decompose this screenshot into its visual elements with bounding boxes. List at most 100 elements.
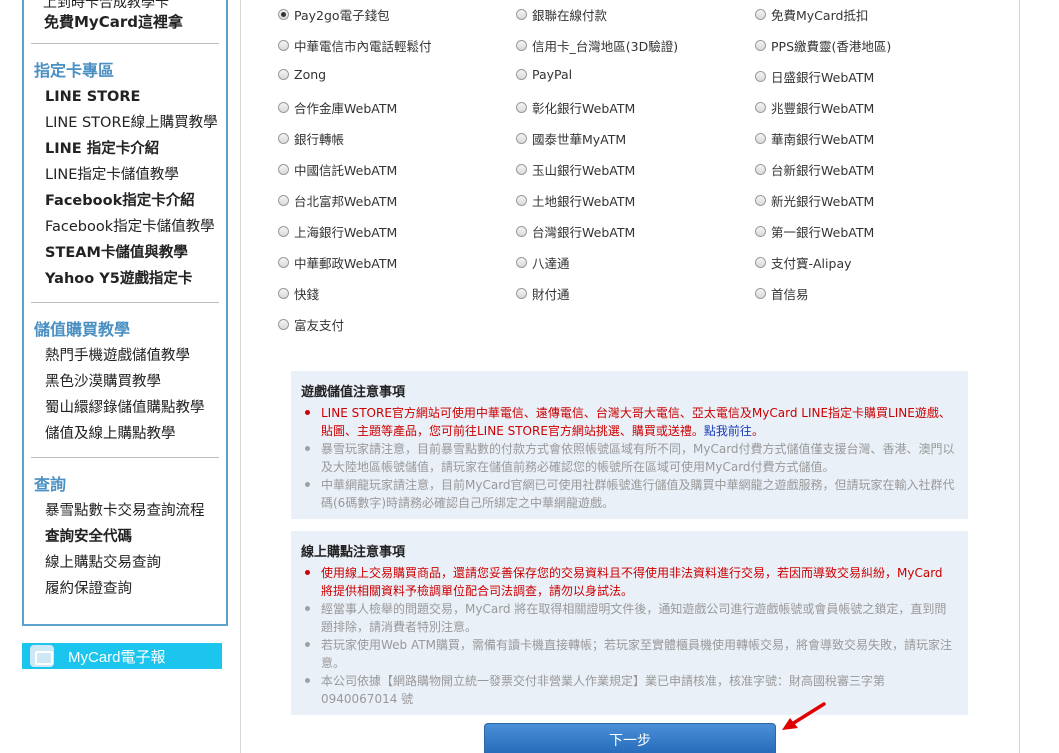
payment-option[interactable]: 快錢	[278, 284, 319, 303]
payment-radio[interactable]	[516, 164, 527, 175]
sidebar-section-heading: 查詢	[34, 475, 67, 494]
payment-radio[interactable]	[278, 288, 289, 299]
payment-radio[interactable]	[755, 40, 766, 51]
payment-option-label: 上海銀行WebATM	[294, 225, 398, 240]
payment-option[interactable]: 華南銀行WebATM	[755, 129, 874, 148]
notice-item: 若玩家使用Web ATM購買，需備有讀卡機直接轉帳；若玩家至實體櫃員機使用轉帳交…	[301, 636, 956, 672]
payment-radio[interactable]	[516, 195, 527, 206]
payment-radio[interactable]	[278, 9, 289, 20]
payment-radio[interactable]	[755, 288, 766, 299]
payment-option[interactable]: Pay2go電子錢包	[278, 5, 390, 24]
payment-option[interactable]: 免費MyCard抵扣	[755, 5, 868, 24]
payment-radio[interactable]	[755, 226, 766, 237]
line-store-link[interactable]: 點我前往	[704, 424, 752, 438]
notice-text: 經當事人檢舉的問題交易，MyCard 將在取得相關證明文件後，通知遊戲公司進行遊…	[321, 602, 947, 634]
sidebar-link[interactable]: LINE 指定卡介紹	[45, 136, 219, 162]
payment-option[interactable]: 兆豐銀行WebATM	[755, 98, 874, 117]
sidebar-link[interactable]: 暴雪點數卡交易查詢流程	[45, 498, 219, 524]
payment-option-label: 支付寶-Alipay	[771, 256, 852, 271]
payment-option[interactable]: 銀聯在線付款	[516, 5, 607, 24]
payment-option[interactable]: 日盛銀行WebATM	[755, 67, 874, 86]
payment-radio[interactable]	[755, 164, 766, 175]
payment-option[interactable]: 首信易	[755, 284, 809, 303]
sidebar-link[interactable]: STEAM卡儲值與教學	[45, 240, 219, 266]
payment-radio[interactable]	[278, 257, 289, 268]
payment-option[interactable]: 玉山銀行WebATM	[516, 160, 635, 179]
payment-option[interactable]: 中國信託WebATM	[278, 160, 397, 179]
payment-radio[interactable]	[278, 133, 289, 144]
payment-radio[interactable]	[516, 288, 527, 299]
payment-option-label: 兆豐銀行WebATM	[771, 101, 875, 116]
newsletter-icon	[30, 645, 54, 667]
notice-text: 暴雪玩家請注意，目前暴雪點數的付款方式會依照帳號區域有所不同，MyCard付費方…	[321, 442, 955, 474]
payment-option[interactable]: 彰化銀行WebATM	[516, 98, 635, 117]
payment-option[interactable]: 第一銀行WebATM	[755, 222, 874, 241]
payment-option-label: 信用卡_台灣地區(3D驗證)	[532, 39, 679, 54]
payment-option[interactable]: 財付通	[516, 284, 570, 303]
payment-radio[interactable]	[516, 102, 527, 113]
payment-radio[interactable]	[278, 319, 289, 330]
payment-option-label: 快錢	[294, 287, 320, 302]
payment-option-label: 新光銀行WebATM	[771, 194, 875, 209]
payment-option-label: 彰化銀行WebATM	[532, 101, 636, 116]
payment-option[interactable]: 上海銀行WebATM	[278, 222, 397, 241]
payment-option-label: 玉山銀行WebATM	[532, 163, 636, 178]
payment-radio[interactable]	[516, 40, 527, 51]
payment-option[interactable]: 土地銀行WebATM	[516, 191, 635, 210]
sidebar-link[interactable]: Facebook指定卡介紹	[45, 188, 219, 214]
payment-radio[interactable]	[516, 257, 527, 268]
notice-text: 使用線上交易購買商品，還請您妥善保存您的交易資料且不得使用非法資料進行交易，若因…	[321, 566, 943, 598]
payment-radio[interactable]	[755, 71, 766, 82]
payment-option[interactable]: 台新銀行WebATM	[755, 160, 874, 179]
payment-option[interactable]: 信用卡_台灣地區(3D驗證)	[516, 36, 678, 55]
payment-radio[interactable]	[516, 226, 527, 237]
payment-radio[interactable]	[755, 102, 766, 113]
sidebar-link[interactable]: 儲值及線上購點教學	[45, 421, 219, 447]
payment-radio[interactable]	[755, 133, 766, 144]
payment-radio[interactable]	[755, 257, 766, 268]
sidebar-link[interactable]: Yahoo Y5遊戲指定卡	[45, 266, 219, 292]
payment-option[interactable]: 台灣銀行WebATM	[516, 222, 635, 241]
payment-radio[interactable]	[278, 102, 289, 113]
sidebar-link[interactable]: Facebook指定卡儲值教學	[45, 214, 219, 240]
payment-radio[interactable]	[516, 9, 527, 20]
payment-option[interactable]: 八達通	[516, 253, 570, 272]
payment-option[interactable]: 中華郵政WebATM	[278, 253, 397, 272]
payment-option[interactable]: 中華電信市內電話輕鬆付	[278, 36, 432, 55]
payment-option[interactable]: 富友支付	[278, 315, 344, 334]
sidebar-link[interactable]: 熱門手機遊戲儲值教學	[45, 343, 219, 369]
sidebar-link[interactable]: 蜀山繯繆錄儲值購點教學	[45, 395, 219, 421]
sidebar-link[interactable]: 線上購點交易查詢	[45, 550, 219, 576]
payment-option[interactable]: 支付寶-Alipay	[755, 253, 852, 272]
sidebar-link[interactable]: LINE指定卡儲值教學	[45, 162, 219, 188]
payment-option[interactable]: PayPal	[516, 67, 572, 82]
payment-option[interactable]: Zong	[278, 67, 326, 82]
notice-text: LINE STORE官方網站可使用中華電信、遠傳電信、台灣大哥大電信、亞太電信及…	[321, 406, 951, 438]
sidebar-link[interactable]: 黑色沙漠購買教學	[45, 369, 219, 395]
sidebar-link[interactable]: LINE STORE	[45, 84, 219, 110]
sidebar-link[interactable]: 履約保證查詢	[45, 576, 219, 602]
payment-option[interactable]: PPS繳費靈(香港地區)	[755, 36, 891, 55]
payment-option[interactable]: 國泰世華MyATM	[516, 129, 626, 148]
payment-option-label: Zong	[294, 67, 327, 82]
payment-radio[interactable]	[755, 9, 766, 20]
sidebar-link[interactable]: LINE STORE線上購買教學	[45, 110, 219, 136]
payment-radio[interactable]	[755, 195, 766, 206]
next-step-button[interactable]: 下一步	[484, 723, 776, 753]
payment-option[interactable]: 新光銀行WebATM	[755, 191, 874, 210]
payment-radio[interactable]	[516, 133, 527, 144]
payment-option[interactable]: 台北富邦WebATM	[278, 191, 397, 210]
payment-option[interactable]: 合作金庫WebATM	[278, 98, 397, 117]
payment-radio[interactable]	[516, 69, 527, 80]
sidebar-link[interactable]: 查詢安全代碼	[45, 524, 219, 550]
payment-radio[interactable]	[278, 195, 289, 206]
payment-radio[interactable]	[278, 226, 289, 237]
payment-radio[interactable]	[278, 164, 289, 175]
free-mycard-link[interactable]: 免費MyCard這裡拿	[44, 11, 183, 32]
payment-radio[interactable]	[278, 69, 289, 80]
newsletter-banner[interactable]: MyCard電子報	[22, 643, 222, 669]
payment-radio[interactable]	[278, 40, 289, 51]
payment-option[interactable]: 銀行轉帳	[278, 129, 344, 148]
payment-option-label: 免費MyCard抵扣	[771, 8, 869, 23]
purchase-notice: 線上購點注意事項 使用線上交易購買商品，還請您妥善保存您的交易資料且不得使用非法…	[291, 531, 968, 715]
